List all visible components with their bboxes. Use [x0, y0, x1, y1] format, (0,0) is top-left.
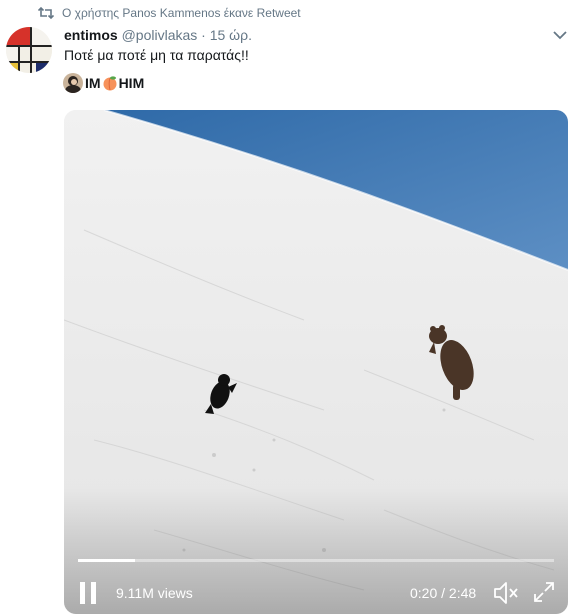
avatar[interactable] — [6, 27, 52, 73]
tweet-text: Ποτέ μα ποτέ μη τα παρατάς!! — [64, 47, 249, 63]
video-player[interactable]: 9.11M views 0:20 / 2:48 — [64, 110, 568, 614]
retweet-context: Ο χρήστης Panos Kammenos έκανε Retweet — [38, 5, 301, 21]
time-separator: / — [441, 585, 446, 601]
mute-icon[interactable] — [492, 580, 520, 606]
profile-line: IM HIM — [63, 72, 144, 94]
pause-button[interactable] — [80, 582, 100, 604]
tweet-timestamp[interactable]: 15 ώρ. — [210, 27, 252, 43]
profile-line-left: IM — [85, 75, 101, 91]
view-count: 9.11M views — [116, 585, 193, 601]
progress-fill — [78, 559, 135, 562]
retweet-text[interactable]: Ο χρήστης Panos Kammenos έκανε Retweet — [62, 6, 301, 20]
separator-dot: · — [201, 27, 206, 43]
time-display: 0:20 / 2:48 — [410, 585, 476, 601]
chevron-down-icon[interactable] — [552, 28, 568, 42]
tweet-header: entimos @polivlakas · 15 ώρ. — [64, 26, 252, 44]
pause-icon — [80, 582, 85, 604]
profile-line-right: HIM — [118, 75, 145, 91]
author-name[interactable]: entimos — [64, 27, 118, 43]
video-frame — [64, 110, 568, 614]
peach-icon — [103, 76, 117, 91]
fullscreen-icon[interactable] — [532, 580, 556, 604]
duration: 2:48 — [448, 585, 477, 601]
author-handle[interactable]: @polivlakas — [122, 27, 198, 43]
current-time: 0:20 — [410, 585, 438, 601]
retweet-icon — [38, 6, 54, 20]
progress-bar[interactable] — [78, 559, 554, 562]
profile-picture-icon — [63, 73, 83, 93]
